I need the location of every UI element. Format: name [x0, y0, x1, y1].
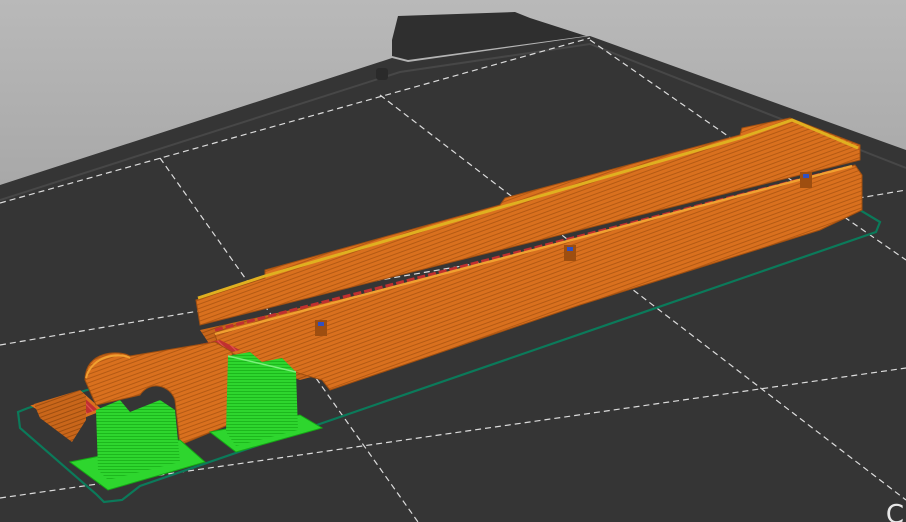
- 3d-viewport[interactable]: C: [0, 0, 906, 522]
- corner-label: C: [885, 500, 904, 522]
- scene-canvas[interactable]: [0, 0, 906, 522]
